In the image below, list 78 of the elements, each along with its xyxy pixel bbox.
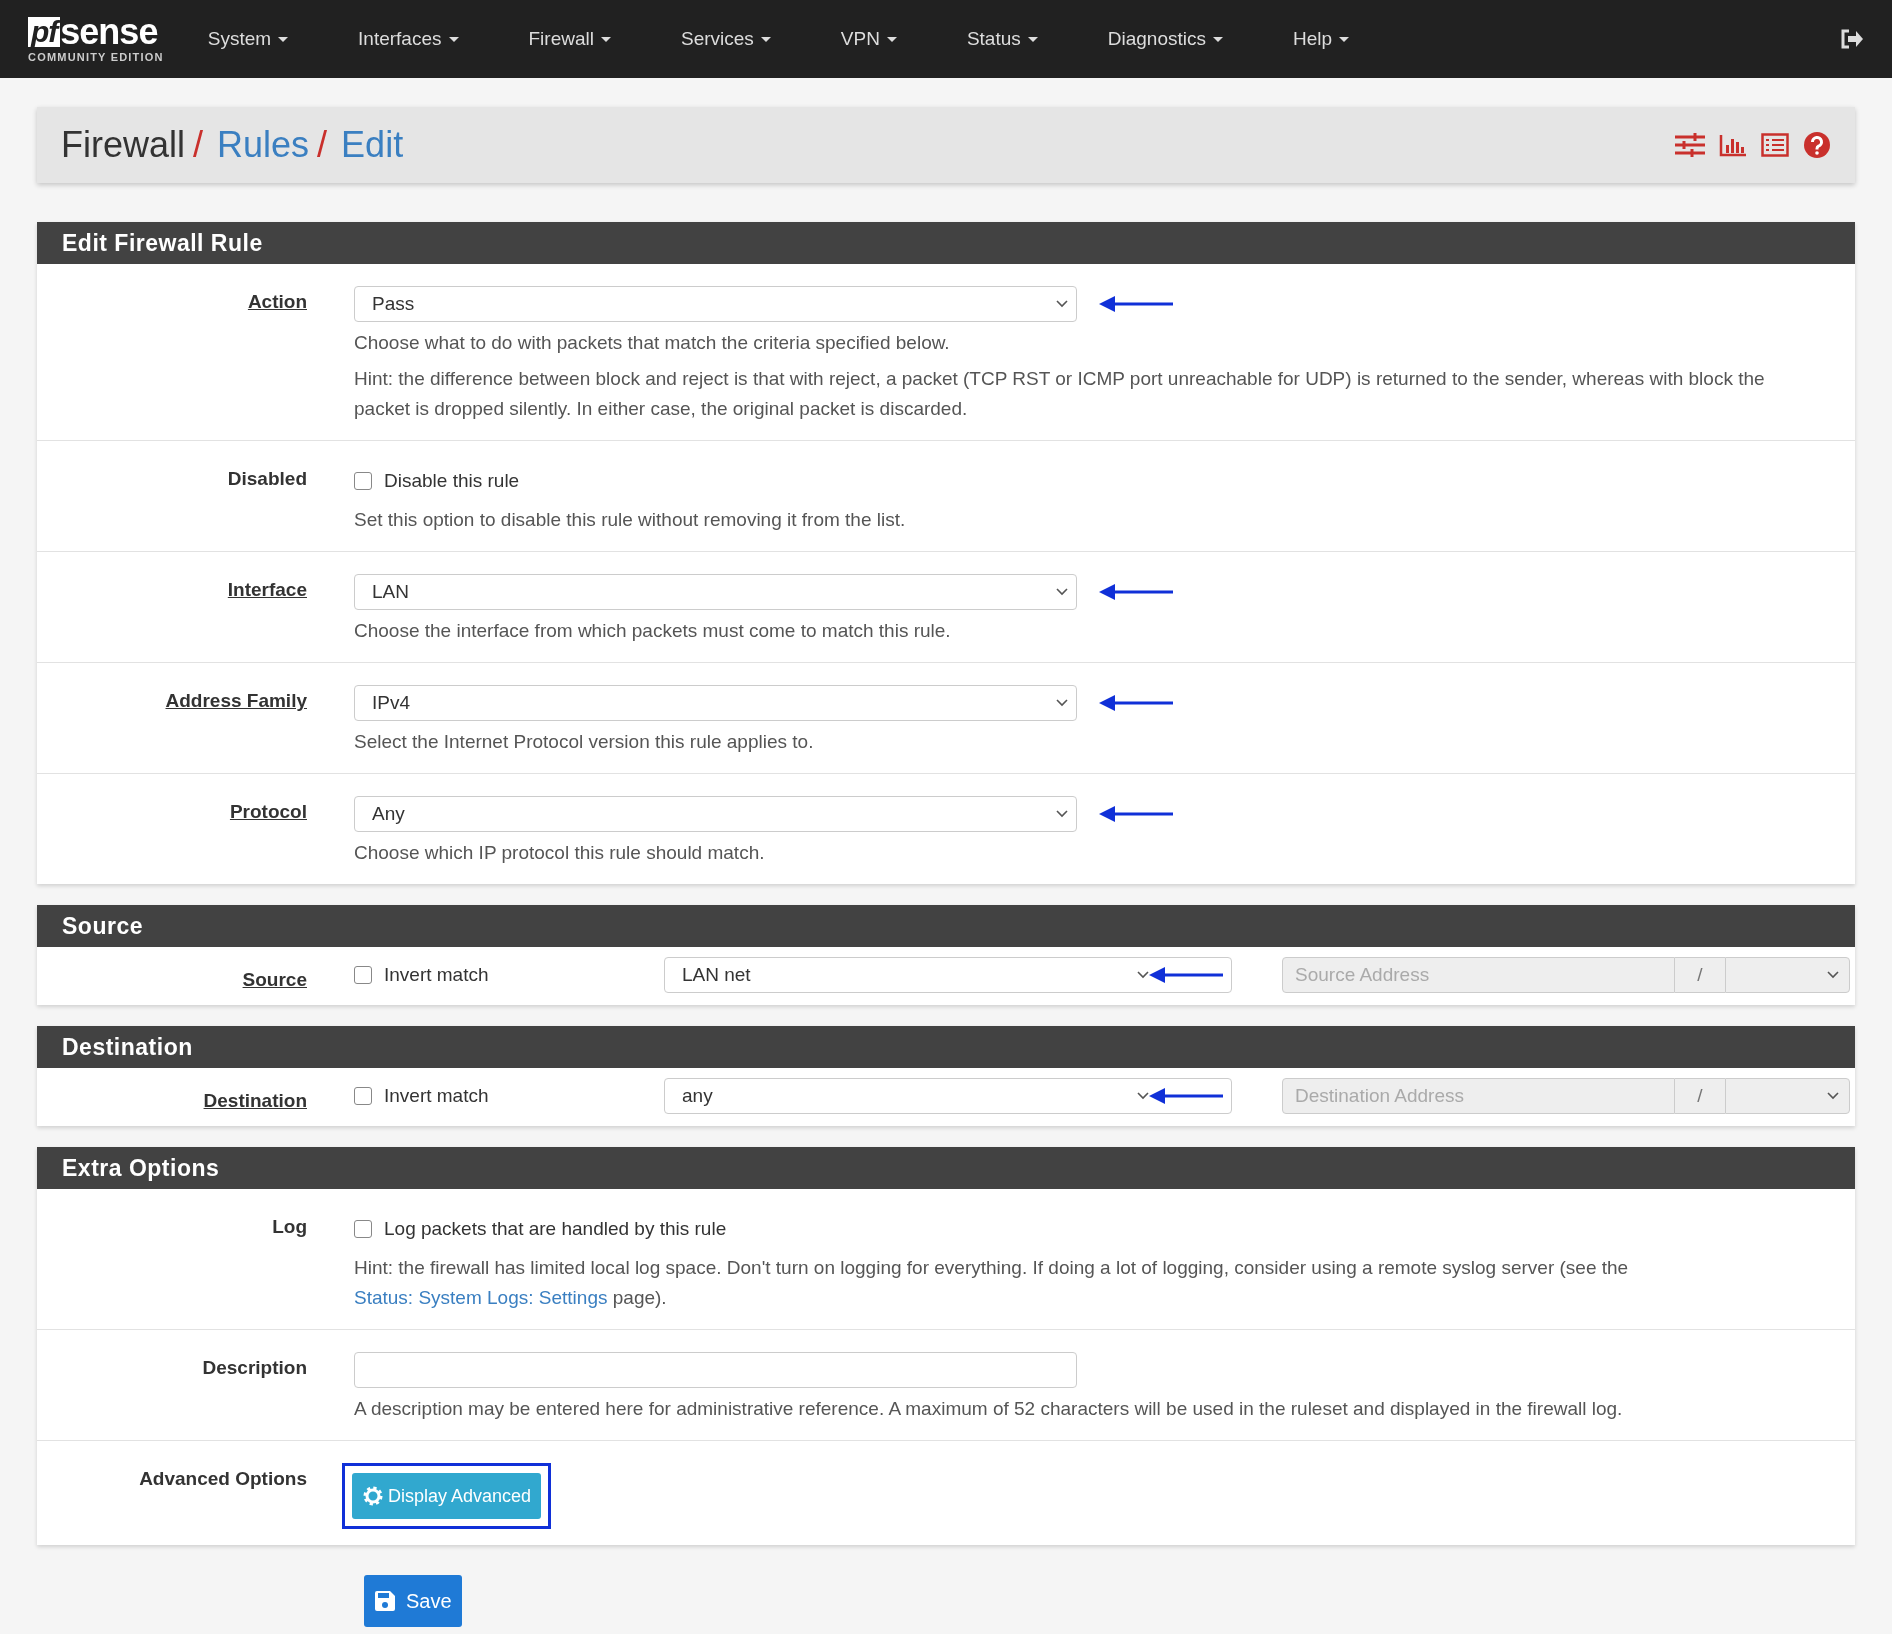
chevron-icon bbox=[1827, 1092, 1839, 1100]
caret-icon bbox=[1339, 36, 1350, 42]
description-field[interactable] bbox=[354, 1352, 1077, 1388]
checkbox[interactable] bbox=[354, 472, 372, 490]
chevron-icon bbox=[1056, 810, 1068, 818]
help-text: Hint: the difference between block and reject is that with reject, a packet (TCP RST or ICMP port unreachable for UDP) is returned to the sender, whereas with block the packet is dropped silently. In either case, the original packet is discarded. bbox=[354, 367, 1766, 421]
field-label[interactable]: Action bbox=[247, 291, 307, 312]
select-field[interactable]: Pass bbox=[354, 286, 1077, 322]
help-icon[interactable] bbox=[1803, 131, 1831, 159]
checkbox-label[interactable]: Log packets that are handled by this rule bbox=[384, 1218, 727, 1240]
chevron-icon bbox=[1056, 699, 1068, 707]
logo-mark: pf bbox=[28, 17, 61, 47]
caret-icon bbox=[1027, 36, 1038, 42]
field-label: Advanced Options bbox=[139, 1468, 307, 1489]
nav-menu[interactable]: System bbox=[193, 28, 319, 50]
nav-menu[interactable]: Diagnostics bbox=[1093, 28, 1253, 50]
list-icon[interactable] bbox=[1761, 133, 1789, 157]
field-label: Disabled bbox=[227, 468, 307, 489]
save-button[interactable]: Save bbox=[364, 1575, 462, 1627]
checkbox-label[interactable]: Invert match bbox=[384, 964, 489, 986]
nav-menu[interactable]: VPN bbox=[826, 28, 927, 50]
section-header: Extra Options bbox=[37, 1147, 1855, 1189]
chevron-icon bbox=[1137, 971, 1149, 979]
checkbox-label[interactable]: Disable this rule bbox=[384, 470, 520, 492]
field-label[interactable]: Source bbox=[242, 969, 307, 990]
field-label[interactable]: Address Family bbox=[165, 690, 307, 711]
select-field[interactable]: any bbox=[664, 1078, 1232, 1114]
gear-icon bbox=[362, 1485, 384, 1507]
section-header: Destination bbox=[37, 1026, 1855, 1068]
logo-edition: COMMUNITY EDITION bbox=[28, 51, 164, 63]
logout-icon[interactable] bbox=[1840, 29, 1864, 49]
caret-icon bbox=[760, 36, 771, 42]
checkbox[interactable] bbox=[354, 1220, 372, 1238]
chevron-icon bbox=[1056, 300, 1068, 308]
caret-icon bbox=[448, 36, 459, 42]
caret-icon bbox=[886, 36, 897, 42]
help-text: Hint: the firewall has limited local log space. Don't turn on logging for everything. If doing a lot of logging, consider using a remote syslog server (see the Status: System Logs: Settings page). bbox=[354, 1256, 1630, 1310]
caret-icon bbox=[278, 36, 289, 42]
slash-text: / bbox=[1697, 964, 1703, 985]
help-text: Choose which IP protocol this rule should match. bbox=[354, 841, 766, 865]
section-header: Edit Firewall Rule bbox=[37, 222, 1855, 264]
slash-text: / bbox=[1697, 1085, 1703, 1106]
logo[interactable]: pfsense COMMUNITY EDITION bbox=[28, 15, 164, 63]
breadcrumb-separator: / bbox=[317, 124, 328, 166]
field-label: Description bbox=[202, 1357, 307, 1378]
select-field[interactable]: LAN net bbox=[664, 957, 1232, 993]
chevron-icon bbox=[1137, 1092, 1149, 1100]
select-field[interactable]: LAN bbox=[354, 574, 1077, 610]
field-label[interactable]: Destination bbox=[203, 1090, 307, 1111]
select-field[interactable]: IPv4 bbox=[354, 685, 1077, 721]
bar-chart-icon[interactable] bbox=[1719, 133, 1747, 157]
breadcrumb-title: Firewall bbox=[61, 124, 185, 166]
select-field[interactable]: Any bbox=[354, 796, 1077, 832]
help-text: Choose what to do with packets that match the criteria specified below. bbox=[354, 331, 951, 355]
nav-menu[interactable]: Firewall bbox=[514, 28, 641, 50]
sliders-icon[interactable] bbox=[1675, 132, 1705, 158]
nav-menu[interactable]: Interfaces bbox=[344, 28, 489, 50]
field-label: Log bbox=[272, 1216, 307, 1237]
help-link[interactable]: Status: System Logs: Settings bbox=[354, 1287, 608, 1308]
chevron-icon bbox=[1827, 971, 1839, 979]
chevron-icon bbox=[1056, 588, 1068, 596]
section-header: Source bbox=[37, 905, 1855, 947]
nav-menu[interactable]: Status bbox=[952, 28, 1068, 50]
logo-word: sense bbox=[60, 15, 158, 49]
nav-menu[interactable]: Help bbox=[1279, 28, 1380, 50]
checkbox[interactable] bbox=[354, 966, 372, 984]
help-text: Select the Internet Protocol version this rule applies to. bbox=[354, 730, 815, 754]
field-label[interactable]: Protocol bbox=[229, 801, 307, 822]
help-text: Choose the interface from which packets must come to match this rule. bbox=[354, 619, 952, 643]
nav-menu[interactable]: Services bbox=[666, 28, 801, 50]
help-text: A description may be entered here for administrative reference. A maximum of 52 characters will be used in the ruleset and displayed in the firewall log. bbox=[354, 1397, 1624, 1421]
checkbox[interactable] bbox=[354, 1087, 372, 1105]
caret-icon bbox=[600, 36, 611, 42]
caret-icon bbox=[1213, 36, 1223, 42]
field-label[interactable]: Interface bbox=[227, 579, 307, 600]
checkbox-label[interactable]: Invert match bbox=[384, 1085, 489, 1107]
help-text: Set this option to disable this rule without removing it from the list. bbox=[354, 508, 907, 532]
breadcrumb-separator: / bbox=[193, 124, 204, 166]
